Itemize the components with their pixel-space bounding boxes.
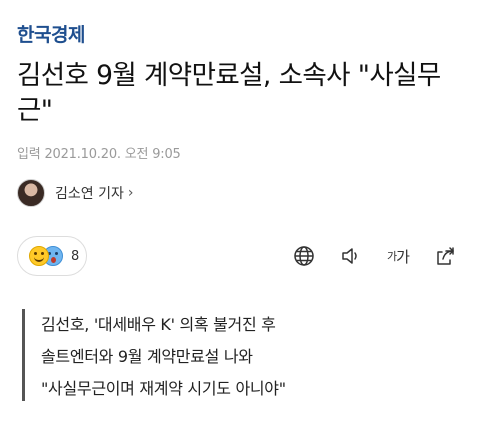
article-title: 김선호 9월 계약만료설, 소속사 "사실무근" [17, 60, 441, 126]
font-size-button[interactable]: 가가 [382, 240, 414, 272]
summary-line: 김선호, '대세배우 K' 의혹 불거진 후 [41, 315, 276, 334]
article-toolbar: 가가 [288, 240, 461, 272]
publisher-logo[interactable]: 한국경제 [17, 20, 85, 47]
smile-emoji-icon [29, 246, 49, 266]
listen-button[interactable] [335, 240, 367, 272]
speaker-icon [342, 248, 357, 264]
translate-button[interactable] [288, 240, 320, 272]
author-avatar [17, 179, 45, 207]
share-button[interactable] [429, 240, 461, 272]
reaction-count: 8 [71, 248, 80, 264]
font-size-large-label: 가 [396, 247, 410, 266]
publish-timestamp: 입력 2021.10.20. 오전 9:05 [17, 147, 181, 162]
summary-line: 솔트엔터와 9월 계약만료설 나와 [41, 347, 253, 366]
author-name: 김소연 기자 [55, 186, 124, 202]
reaction-button[interactable]: 8 [17, 236, 87, 276]
chevron-right-icon: › [127, 185, 134, 201]
summary-line: "사실무근이며 재계약 시기도 아니야" [41, 379, 286, 398]
article-summary: 김선호, '대세배우 K' 의혹 불거진 후 솔트엔터와 9월 계약만료설 나와… [41, 309, 286, 405]
author-link[interactable]: 김소연 기자 › [17, 178, 133, 208]
font-size-small-label: 가 [387, 250, 397, 263]
summary-bar [22, 309, 25, 401]
globe-icon [294, 246, 314, 266]
share-icon [437, 247, 454, 265]
